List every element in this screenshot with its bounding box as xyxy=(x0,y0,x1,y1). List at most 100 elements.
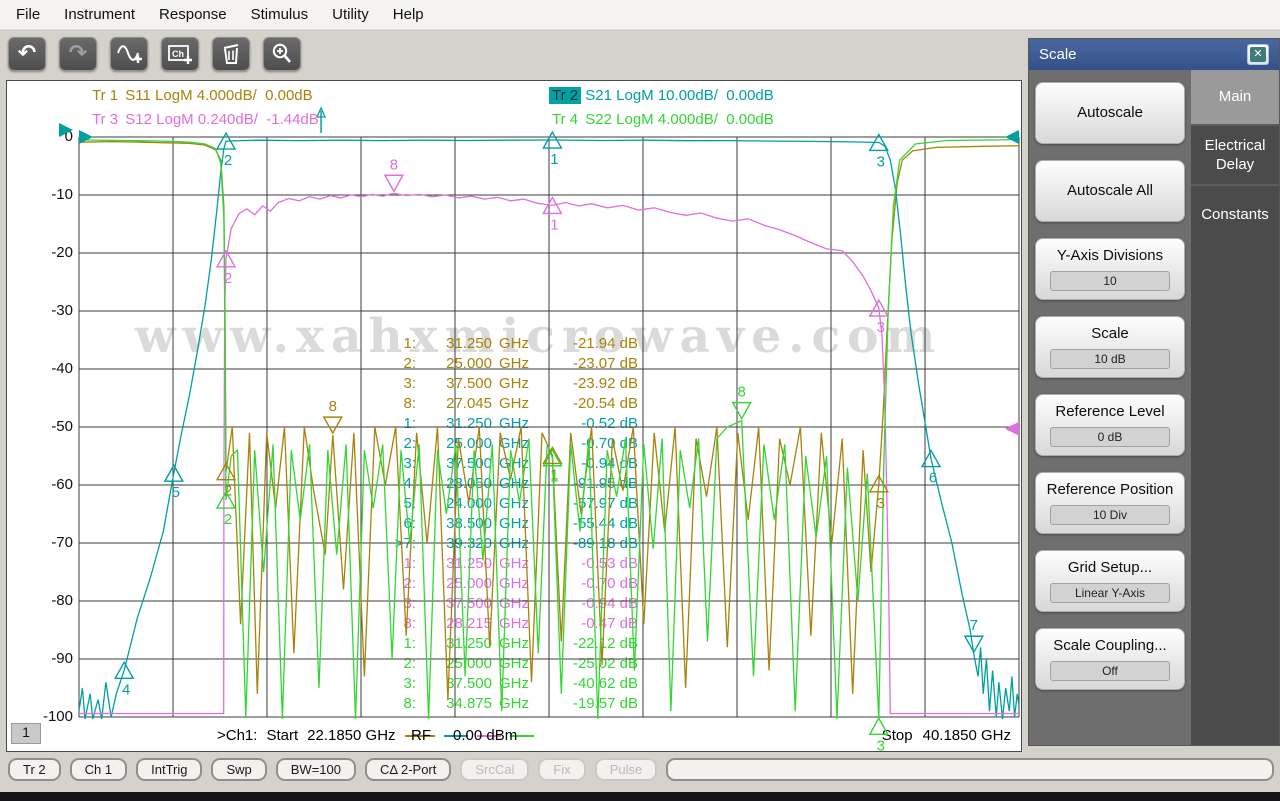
marker-number: 2 xyxy=(224,511,232,528)
readout-cell: 8: xyxy=(386,615,416,632)
readout-cell: 2: xyxy=(386,575,416,592)
readout-cell: 37.500 xyxy=(416,375,492,392)
readout-cell: -0.47 dB xyxy=(534,615,638,632)
y-axis-label: -20 xyxy=(27,244,73,261)
softkey-label: Autoscale All xyxy=(1067,182,1153,201)
softkey-value: 10 dB xyxy=(1050,349,1170,369)
readout-cell: 38.500 xyxy=(416,515,492,532)
readout-cell: GHz xyxy=(492,595,534,612)
reference-level-arrow xyxy=(79,130,93,144)
trace-id-badge: Tr 4 xyxy=(549,111,581,128)
menu-item-file[interactable]: File xyxy=(4,2,52,27)
softkey-label: Reference Level xyxy=(1055,403,1164,422)
readout-cell: 31.250 xyxy=(416,335,492,352)
panel-close-button[interactable]: ✕ xyxy=(1247,44,1269,65)
readout-cell: GHz xyxy=(492,695,534,712)
menu-item-help[interactable]: Help xyxy=(381,2,436,27)
trace-label-tr3[interactable]: Tr 3 S12 LogM 0.240dB/ -1.44dB xyxy=(89,111,319,128)
taskbar-button-tr-2[interactable]: Tr 2 xyxy=(8,758,61,781)
taskbar-button-swp[interactable]: Swp xyxy=(211,758,266,781)
readout-cell: 3: xyxy=(386,675,416,692)
softkey-label: Scale xyxy=(1091,325,1129,344)
softkey-reference-level[interactable]: Reference Level0 dB xyxy=(1035,394,1185,456)
readout-cell: 34.875 xyxy=(416,695,492,712)
readout-cell: 1: xyxy=(386,635,416,652)
readout-cell: 27.045 xyxy=(416,395,492,412)
panel-title-bar[interactable]: Scale ✕ xyxy=(1029,39,1279,70)
taskbar-empty-bar xyxy=(666,758,1274,781)
redo-button[interactable]: ↷ xyxy=(59,37,97,71)
readout-row: 8:34.875GHz-19.57 dB xyxy=(386,693,638,713)
readout-cell: -0.52 dB xyxy=(534,415,638,432)
add-trace-button[interactable] xyxy=(110,37,148,71)
rf-value: 0.00 dBm xyxy=(453,727,517,744)
readout-cell: GHz xyxy=(492,575,534,592)
readout-cell: -19.57 dB xyxy=(534,695,638,712)
stop-value: 40.1850 GHz xyxy=(923,727,1011,744)
readout-cell: 25.000 xyxy=(416,355,492,372)
readout-row: 1:31.250GHz-22.12 dB xyxy=(386,633,638,653)
readout-row: 8:27.045GHz-20.54 dB xyxy=(386,393,638,413)
taskbar-button-fix[interactable]: Fix xyxy=(538,758,585,781)
menu-item-utility[interactable]: Utility xyxy=(320,2,381,27)
readout-cell: -91.95 dB xyxy=(534,475,638,492)
zoom-in-button[interactable] xyxy=(263,37,301,71)
softkey-value: 10 Div xyxy=(1050,505,1170,525)
readout-cell: GHz xyxy=(492,515,534,532)
taskbar-button-inttrig[interactable]: IntTrig xyxy=(136,758,202,781)
readout-cell: 25.000 xyxy=(416,655,492,672)
marker-number: 5 xyxy=(172,484,180,501)
softkey-reference-position[interactable]: Reference Position10 Div xyxy=(1035,472,1185,534)
readout-cell: 25.000 xyxy=(416,435,492,452)
softkey-scale[interactable]: Scale 10 dB xyxy=(1035,316,1185,378)
readout-row: 5:24.000GHz-57.97 dB xyxy=(386,493,638,513)
readout-cell: GHz xyxy=(492,415,534,432)
marker-number: 3 xyxy=(877,495,885,512)
menu-item-stimulus[interactable]: Stimulus xyxy=(239,2,321,27)
readout-cell: 1: xyxy=(386,555,416,572)
softkey-column: AutoscaleAutoscale AllY-Axis Divisions10… xyxy=(1029,70,1191,745)
marker-number: 2 xyxy=(224,270,232,287)
add-channel-button[interactable]: Ch xyxy=(161,37,199,71)
readout-row: 3:37.500GHz-0.94 dB xyxy=(386,453,638,473)
readout-cell: 8: xyxy=(386,395,416,412)
readout-cell: 3: xyxy=(386,595,416,612)
menu-item-instrument[interactable]: Instrument xyxy=(52,2,147,27)
taskbar-button-srccal[interactable]: SrcCal xyxy=(460,758,529,781)
tab-electrical-delay[interactable]: Electrical Delay xyxy=(1191,124,1279,184)
bottom-strip xyxy=(0,792,1280,801)
panel-tab-column: MainElectrical DelayConstants xyxy=(1191,70,1279,745)
tab-main[interactable]: Main xyxy=(1191,70,1279,124)
y-axis-label: -90 xyxy=(27,650,73,667)
trace-label-tr2[interactable]: Tr 2 S21 LogM 10.00dB/ 0.00dB xyxy=(549,87,774,104)
delete-button[interactable] xyxy=(212,37,250,71)
taskbar-button-pulse[interactable]: Pulse xyxy=(595,758,658,781)
menu-item-response[interactable]: Response xyxy=(147,2,239,27)
trace-format-text: S22 LogM 4.000dB/ 0.00dB xyxy=(581,111,774,128)
softkey-grid-setup-[interactable]: Grid Setup...Linear Y-Axis xyxy=(1035,550,1185,612)
channel-number-box[interactable]: 1 xyxy=(11,723,41,744)
softkey-label: Y-Axis Divisions xyxy=(1057,247,1163,266)
taskbar-button-bw-100[interactable]: BW=100 xyxy=(276,758,356,781)
readout-row: 1:31.250GHz-0.52 dB xyxy=(386,413,638,433)
undo-button[interactable]: ↶ xyxy=(8,37,46,71)
taskbar-button-ch-1[interactable]: Ch 1 xyxy=(70,758,127,781)
readout-cell: GHz xyxy=(492,535,534,552)
tab-constants[interactable]: Constants xyxy=(1191,184,1279,244)
marker-triangle xyxy=(543,197,561,213)
marker-number: 1 xyxy=(550,216,558,233)
softkey-scale-coupling-[interactable]: Scale Coupling...Off xyxy=(1035,628,1185,690)
softkey-autoscale[interactable]: Autoscale xyxy=(1035,82,1185,144)
graph-area: www.xahxmicrowave.com Tr 1 S11 LogM 4.00… xyxy=(6,80,1022,752)
softkey-autoscale-all[interactable]: Autoscale All xyxy=(1035,160,1185,222)
menu-bar: FileInstrumentResponseStimulusUtilityHel… xyxy=(0,0,1280,30)
marker-number: 8 xyxy=(738,384,746,401)
y-axis-label: -70 xyxy=(27,534,73,551)
readout-cell: 4: xyxy=(386,475,416,492)
trace-label-tr1[interactable]: Tr 1 S11 LogM 4.000dB/ 0.00dB xyxy=(89,87,313,104)
taskbar-button-c-2-port[interactable]: CΔ 2-Port xyxy=(365,758,451,781)
trace-label-tr4[interactable]: Tr 4 S22 LogM 4.000dB/ 0.00dB xyxy=(549,111,774,128)
readout-cell: GHz xyxy=(492,435,534,452)
trace-id-badge: Tr 1 xyxy=(89,87,121,104)
softkey-y-axis-divisions[interactable]: Y-Axis Divisions10 xyxy=(1035,238,1185,300)
